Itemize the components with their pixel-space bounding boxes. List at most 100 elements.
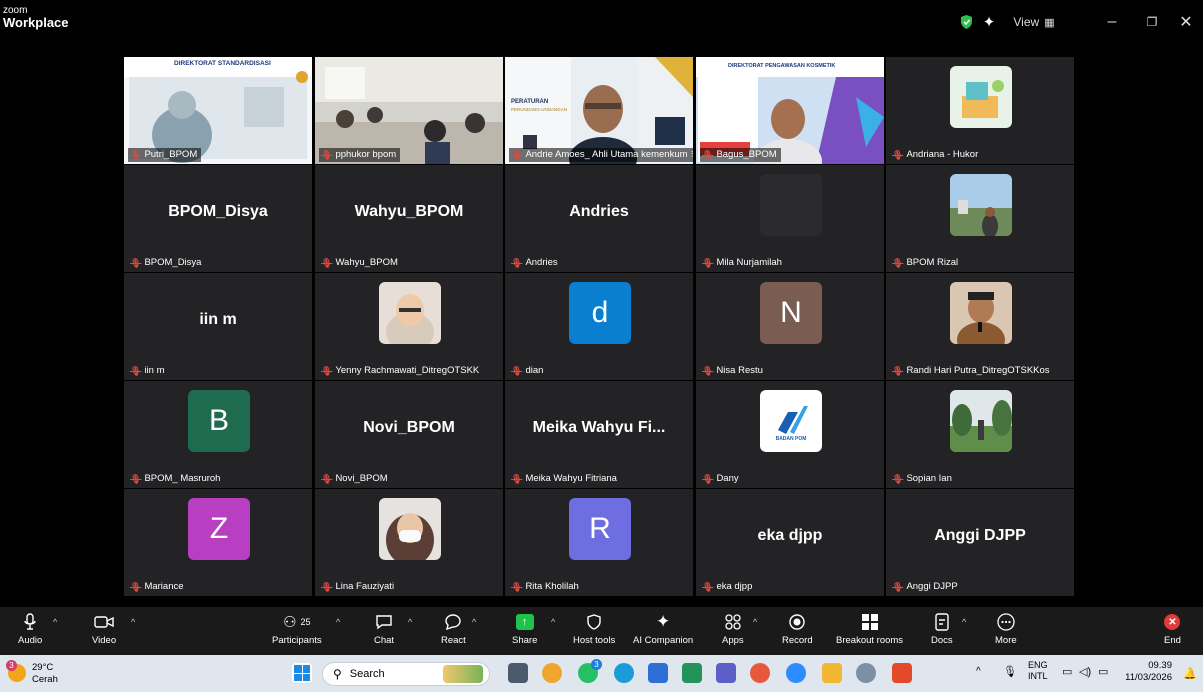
participant-tile[interactable]: DIREKTORAT STANDARDISASI 🎙︎ Putri_BPOM [124, 57, 312, 164]
participant-tile[interactable]: PERATURAN PERUNDANG-UNDANGAN 🎙︎ Andrie Amoe… [505, 57, 693, 164]
share-arrow-icon: ↑ [515, 611, 534, 633]
participant-tile[interactable]: 🎙︎ Randi Hari Putra_DitregOTSKKos [886, 273, 1074, 380]
minimize-icon[interactable]: – [1089, 7, 1135, 37]
participant-tile[interactable]: 🎙︎ Andriana - Hukor [886, 57, 1074, 164]
ai-companion-button[interactable]: ✦ AI Companion [633, 611, 693, 647]
view-button[interactable]: View ▦ [1005, 7, 1063, 37]
chat-button[interactable]: Chat [374, 611, 394, 647]
participant-tile[interactable]: N 🎙︎ Nisa Restu [696, 273, 884, 380]
participant-tile[interactable]: Meika Wahyu Fi... 🎙︎ Meika Wahyu Fitriana [505, 381, 693, 488]
participant-name: Randi Hari Putra_DitregOTSKKos [906, 365, 1050, 376]
participant-tile[interactable]: B 🎙︎ BPOM_ Masruroh [124, 381, 312, 488]
audio-button[interactable]: Audio [18, 611, 42, 647]
battery-icon[interactable]: ▭ [1098, 665, 1108, 678]
share-button[interactable]: ↑ Share [512, 611, 537, 647]
meeting-toolbar: Audio ^ Video ^ ⚇ 25 Participants ^ Chat … [0, 607, 1203, 655]
host-tools-button[interactable]: Host tools [573, 611, 615, 647]
participants-options-chevron-up-icon[interactable]: ^ [336, 617, 340, 627]
participant-tile[interactable]: 🎙︎ Yenny Rachmawati_DitregOTSKK [315, 273, 503, 380]
participants-icon: ⚇ 25 [283, 614, 311, 631]
participant-name: pphukor bpom [335, 149, 397, 160]
mic-muted-icon: 🎙︎ [511, 150, 523, 160]
docs-label: Docs [931, 635, 953, 646]
docs-button[interactable]: Docs [931, 611, 953, 647]
participant-tile[interactable]: Z 🎙︎ Mariance [124, 489, 312, 596]
weather-widget[interactable]: 3 29°C Cerah [6, 660, 76, 688]
chat-options-chevron-up-icon[interactable]: ^ [408, 617, 412, 627]
app-icon[interactable] [750, 663, 770, 683]
tile-more-options-icon[interactable]: ⠿ [691, 148, 693, 162]
mic-muted-icon: 🎙︎ [130, 582, 142, 592]
react-button[interactable]: React [441, 611, 466, 647]
audio-options-chevron-up-icon[interactable]: ^ [53, 617, 57, 627]
docs-options-chevron-up-icon[interactable]: ^ [962, 617, 966, 627]
participant-tile[interactable]: Wahyu_BPOM 🎙︎ Wahyu_BPOM [315, 165, 503, 272]
avatar: Z [188, 498, 250, 560]
participant-tile[interactable]: 🎙︎ pphukor bpom [315, 57, 503, 164]
end-button[interactable]: ✕ End [1164, 611, 1181, 647]
clock[interactable]: 09.39 11/03/2026 [1124, 660, 1172, 684]
apps-button[interactable]: Apps [722, 611, 744, 647]
participants-button[interactable]: ⚇ 25 Participants [272, 611, 322, 647]
logo-photo [760, 390, 822, 452]
language-indicator[interactable]: ENG INTL [1028, 660, 1048, 682]
breakout-rooms-button[interactable]: Breakout rooms [836, 611, 903, 647]
share-options-chevron-up-icon[interactable]: ^ [551, 617, 555, 627]
settings-icon[interactable] [856, 663, 876, 683]
taskbar-search[interactable]: ⚲ Search [322, 662, 490, 686]
task-view-icon[interactable] [508, 663, 528, 683]
edge-icon[interactable] [614, 663, 634, 683]
participant-name-tag: 🎙︎ Mila Nurjamilah [700, 256, 786, 270]
participant-name: Yenny Rachmawati_DitregOTSKK [335, 365, 480, 376]
participant-tile[interactable]: BADAN POM 🎙︎ Dany [696, 381, 884, 488]
restore-icon[interactable]: ❐ [1135, 7, 1169, 37]
record-label: Record [782, 635, 813, 646]
mic-muted-icon: 🎙︎ [702, 474, 714, 484]
file-app-icon[interactable] [648, 663, 668, 683]
whatsapp-icon[interactable]: 3 [578, 659, 602, 683]
participant-tile[interactable]: iin m 🎙︎ iin m [124, 273, 312, 380]
volume-icon[interactable]: ◁) [1079, 665, 1091, 678]
participant-display-name: Andries [569, 203, 629, 220]
participant-tile[interactable]: 🎙︎ Mila Nurjamilah [696, 165, 884, 272]
participant-name: Sopian Ian [906, 473, 952, 484]
tray-mic-icon[interactable]: 🎙 [1003, 665, 1017, 678]
zoom-taskbar-icon[interactable] [786, 663, 806, 683]
teams-icon[interactable] [716, 663, 736, 683]
participant-tile[interactable]: Andries 🎙︎ Andries [505, 165, 693, 272]
app-flame-icon[interactable] [892, 663, 912, 683]
excel-icon[interactable] [682, 663, 702, 683]
mic-muted-icon: 🎙︎ [702, 366, 714, 376]
notification-bell-icon[interactable]: 🔔 [1183, 667, 1197, 680]
participant-tile[interactable]: eka djpp 🎙︎ eka djpp [696, 489, 884, 596]
network-icon[interactable]: ▭ [1062, 665, 1072, 678]
more-button[interactable]: More [995, 611, 1017, 647]
close-icon[interactable]: ✕ [1169, 7, 1203, 37]
participant-tile[interactable]: R 🎙︎ Rita Kholilah [505, 489, 693, 596]
participant-name: Lina Fauziyati [335, 581, 395, 592]
participant-tile[interactable]: d 🎙︎ dian [505, 273, 693, 380]
mic-muted-icon: 🎙︎ [511, 582, 523, 592]
participant-tile[interactable]: Novi_BPOM 🎙︎ Novi_BPOM [315, 381, 503, 488]
windows-start-icon[interactable] [292, 663, 312, 683]
mic-muted-icon: 🎙︎ [892, 258, 904, 268]
participant-tile[interactable]: 🎙︎ Lina Fauziyati [315, 489, 503, 596]
participant-name-tag: 🎙︎ Dany [700, 472, 743, 486]
participant-tile[interactable]: 🎙︎ BPOM Rizal [886, 165, 1074, 272]
security-shield-icon[interactable] [955, 7, 977, 37]
participant-tile[interactable]: 🎙︎ Sopian Ian [886, 381, 1074, 488]
record-button[interactable]: Record [782, 611, 813, 647]
video-button[interactable]: Video [92, 611, 116, 647]
file-explorer-icon[interactable] [822, 663, 842, 683]
tray-chevron-up-icon[interactable]: ^ [976, 666, 981, 677]
microphone-icon [24, 611, 36, 633]
chrome-icon[interactable] [542, 663, 562, 683]
video-options-chevron-up-icon[interactable]: ^ [131, 617, 135, 627]
participant-tile[interactable]: BPOM_Disya 🎙︎ BPOM_Disya [124, 165, 312, 272]
participant-tile[interactable]: DIREKTORAT PENGAWASAN KOSMETIK 🎙︎ Bagus_BP… [696, 57, 884, 164]
apps-options-chevron-up-icon[interactable]: ^ [753, 617, 757, 627]
ai-sparkle-icon[interactable]: ✦ [977, 7, 1001, 37]
participant-tile[interactable]: Anggi DJPP 🎙︎ Anggi DJPP [886, 489, 1074, 596]
react-heart-icon [444, 611, 462, 633]
react-options-chevron-up-icon[interactable]: ^ [472, 617, 476, 627]
